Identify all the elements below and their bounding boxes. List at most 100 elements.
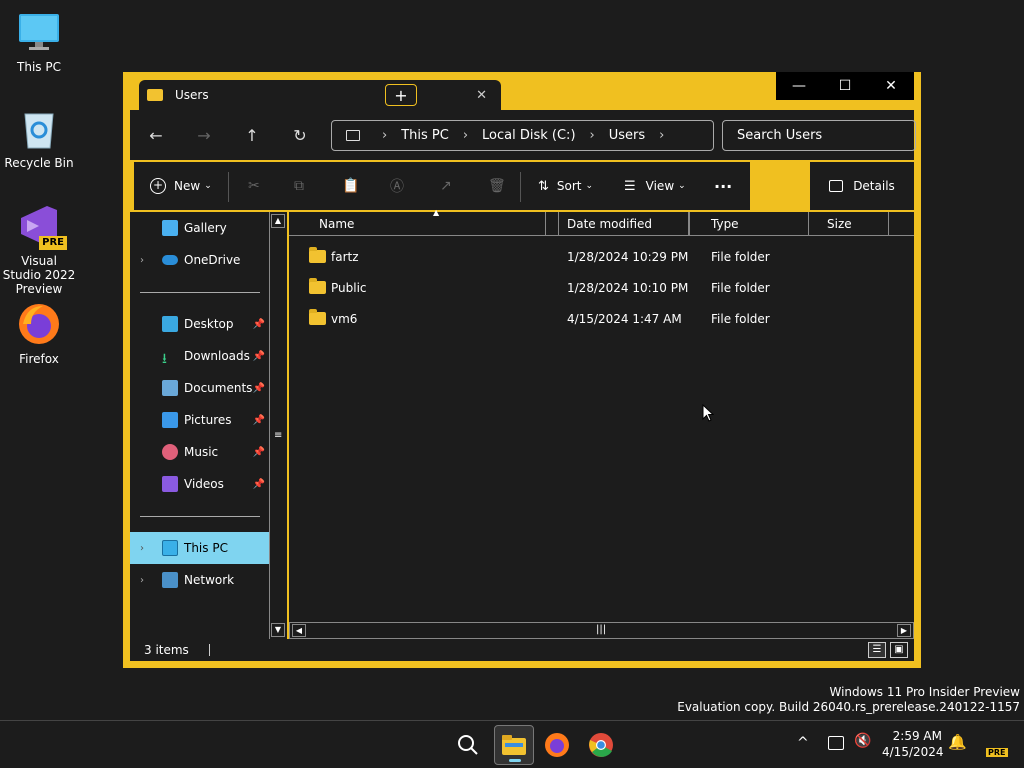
mouse-cursor-icon bbox=[702, 403, 715, 426]
close-tab-icon[interactable]: ✕ bbox=[476, 88, 487, 103]
maximize-button[interactable]: ☐ bbox=[822, 72, 868, 100]
nav-item-label: OneDrive bbox=[184, 253, 241, 267]
nav-item-downloads[interactable]: ⭳ Downloads 📌 bbox=[130, 340, 269, 372]
file-explorer-taskbar-icon[interactable] bbox=[494, 725, 534, 765]
nav-item-onedrive[interactable]: › OneDrive bbox=[130, 244, 269, 276]
pre-badge: PRE bbox=[986, 748, 1008, 757]
scroll-left-arrow-icon[interactable]: ◀ bbox=[292, 624, 306, 637]
nav-item-label: Downloads bbox=[184, 349, 250, 363]
chrome-taskbar-icon[interactable] bbox=[585, 729, 617, 761]
videos-icon bbox=[162, 476, 178, 492]
scroll-down-arrow-icon[interactable]: ▼ bbox=[271, 623, 285, 637]
pin-icon[interactable]: 📌 bbox=[253, 383, 265, 394]
nav-item-network[interactable]: › Network bbox=[130, 564, 269, 596]
tab-users[interactable]: Users ✕ bbox=[139, 80, 501, 110]
scroll-thumb[interactable]: ||| bbox=[596, 624, 606, 635]
column-header-type[interactable]: Type bbox=[703, 212, 809, 236]
network-status-icon[interactable] bbox=[828, 736, 844, 750]
table-row[interactable]: fartz 1/28/2024 10:29 PM File folder bbox=[289, 242, 914, 272]
desktop-icon-this-pc[interactable]: This PC bbox=[1, 10, 77, 74]
desktop-icon-firefox[interactable]: Firefox bbox=[1, 302, 77, 366]
details-pane-button[interactable]: Details bbox=[810, 162, 914, 210]
breadcrumb-this-pc[interactable]: This PC bbox=[401, 128, 449, 143]
tiles-view-icon[interactable]: ▣ bbox=[890, 642, 908, 658]
nav-item-pictures[interactable]: Pictures 📌 bbox=[130, 404, 269, 436]
folder-icon bbox=[147, 89, 163, 101]
clock[interactable]: 2:59 AM 4/15/2024 bbox=[882, 728, 944, 760]
breadcrumb-users[interactable]: Users bbox=[609, 128, 645, 143]
firefox-taskbar-icon[interactable] bbox=[541, 729, 573, 761]
nav-item-this-pc[interactable]: › This PC bbox=[130, 532, 269, 564]
nav-item-desktop[interactable]: Desktop 📌 bbox=[130, 308, 269, 340]
close-button[interactable]: ✕ bbox=[868, 72, 914, 100]
sort-button[interactable]: ⇅ Sort ⌄ bbox=[538, 176, 593, 196]
column-header-name[interactable]: Name ▲ bbox=[289, 208, 559, 236]
breadcrumb-local-disk[interactable]: Local Disk (C:) bbox=[482, 128, 575, 143]
new-tab-button[interactable]: + bbox=[385, 84, 417, 106]
nav-item-label: Desktop bbox=[184, 317, 234, 331]
view-button[interactable]: ☰ View ⌄ bbox=[624, 176, 686, 196]
chevron-right-icon: › bbox=[140, 254, 144, 266]
file-type: File folder bbox=[711, 250, 770, 264]
monitor-icon bbox=[17, 10, 61, 54]
new-button[interactable]: + New ⌄ bbox=[150, 176, 212, 196]
nav-pane-scrollbar[interactable]: ▲ ≡ ▼ bbox=[269, 212, 287, 639]
scroll-right-arrow-icon[interactable]: ▶ bbox=[897, 624, 911, 637]
back-arrow-icon[interactable]: ← bbox=[142, 122, 170, 148]
column-header-size[interactable]: Size bbox=[819, 212, 889, 236]
show-hidden-icons-chevron-icon[interactable]: ^ bbox=[797, 735, 809, 751]
music-icon bbox=[162, 444, 178, 460]
column-resize-handle[interactable] bbox=[889, 212, 903, 236]
file-name: fartz bbox=[331, 250, 359, 264]
search-input[interactable]: Search Users bbox=[722, 120, 916, 151]
delete-icon[interactable]: 🗑 bbox=[488, 176, 506, 196]
desktop-icon-recycle-bin[interactable]: Recycle Bin bbox=[1, 106, 77, 170]
details-view-icon[interactable]: ☰ bbox=[868, 642, 886, 658]
rename-icon[interactable]: Ⓐ bbox=[390, 176, 404, 196]
scroll-up-arrow-icon[interactable]: ▲ bbox=[271, 214, 285, 228]
cut-icon[interactable]: ✂ bbox=[248, 176, 260, 196]
forward-arrow-icon[interactable]: → bbox=[190, 122, 218, 148]
horizontal-scrollbar[interactable]: ◀ ||| ▶ bbox=[289, 622, 914, 639]
up-arrow-icon[interactable]: ↑ bbox=[238, 122, 266, 148]
share-icon[interactable]: ↗ bbox=[440, 176, 452, 196]
sort-icon: ⇅ bbox=[538, 178, 549, 194]
pin-icon[interactable]: 📌 bbox=[253, 479, 265, 490]
nav-item-gallery[interactable]: Gallery bbox=[130, 212, 269, 244]
sort-label: Sort bbox=[556, 179, 582, 193]
file-date: 1/28/2024 10:29 PM bbox=[567, 250, 689, 264]
table-row[interactable]: Public 1/28/2024 10:10 PM File folder bbox=[289, 273, 914, 303]
clock-date: 4/15/2024 bbox=[882, 745, 944, 759]
column-header-date[interactable]: Date modified bbox=[559, 212, 689, 236]
minimize-button[interactable]: — bbox=[776, 72, 822, 100]
table-row[interactable]: vm6 4/15/2024 1:47 AM File folder bbox=[289, 304, 914, 334]
folder-icon bbox=[309, 278, 326, 294]
pin-icon[interactable]: 📌 bbox=[253, 319, 265, 330]
recycle-bin-icon bbox=[17, 106, 61, 150]
copy-icon[interactable]: ⧉ bbox=[294, 176, 304, 196]
column-resize-handle[interactable] bbox=[545, 212, 559, 236]
pin-icon[interactable]: 📌 bbox=[253, 447, 265, 458]
nav-divider bbox=[140, 292, 260, 293]
scroll-thumb[interactable]: ≡ bbox=[274, 430, 282, 441]
column-resize-handle[interactable] bbox=[689, 212, 703, 236]
notifications-bell-icon[interactable]: 🔔 bbox=[948, 733, 967, 751]
nav-item-documents[interactable]: Documents 📌 bbox=[130, 372, 269, 404]
chevron-right-icon: › bbox=[589, 128, 595, 143]
folder-icon bbox=[309, 247, 326, 263]
desktop-icon-visual-studio[interactable]: PRE Visual Studio 2022 Preview bbox=[1, 204, 77, 296]
downloads-icon: ⭳ bbox=[162, 351, 167, 367]
volume-muted-icon[interactable]: 🔇 bbox=[854, 733, 871, 749]
more-options-icon[interactable]: ··· bbox=[714, 176, 732, 196]
nav-item-music[interactable]: Music 📌 bbox=[130, 436, 269, 468]
pin-icon[interactable]: 📌 bbox=[253, 351, 265, 362]
paste-icon[interactable]: 📋 bbox=[342, 176, 359, 196]
search-icon[interactable] bbox=[452, 729, 484, 761]
file-date: 4/15/2024 1:47 AM bbox=[567, 312, 682, 326]
address-bar[interactable]: › This PC › Local Disk (C:) › Users › bbox=[331, 120, 714, 151]
pin-icon[interactable]: 📌 bbox=[253, 415, 265, 426]
nav-item-videos[interactable]: Videos 📌 bbox=[130, 468, 269, 500]
refresh-icon[interactable]: ↻ bbox=[286, 122, 314, 148]
this-pc-icon bbox=[162, 540, 178, 556]
desktop-icon-label: Recycle Bin bbox=[4, 156, 74, 170]
